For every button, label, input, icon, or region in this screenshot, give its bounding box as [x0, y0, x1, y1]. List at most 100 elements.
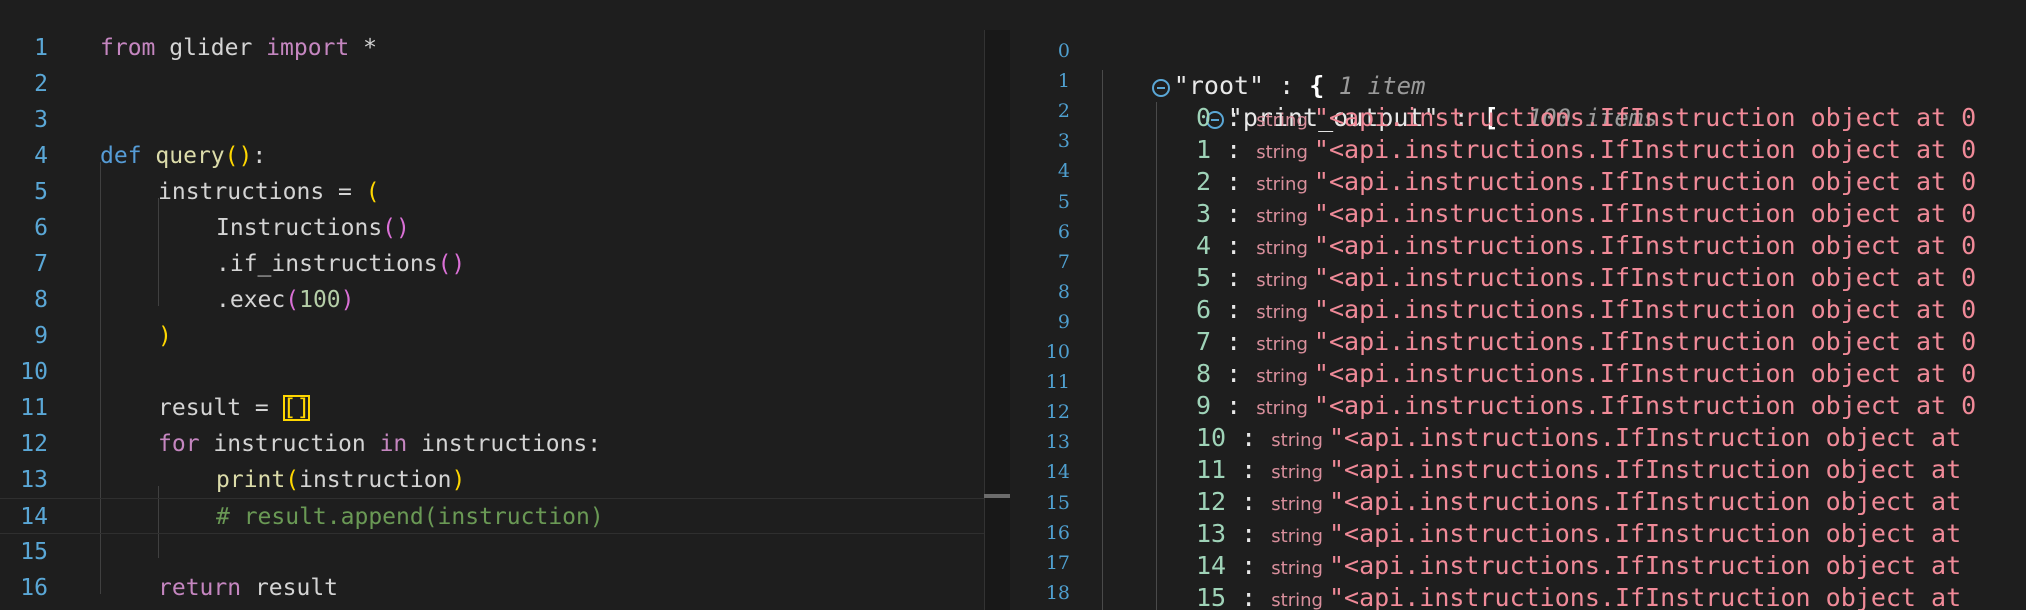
json-line-number: 17: [1045, 551, 1070, 574]
json-index: 10: [1196, 423, 1227, 452]
code-token: (: [285, 467, 300, 493]
code-token: (: [285, 287, 300, 313]
pane-splitter[interactable]: [984, 30, 1010, 610]
code-token: # result.append(instruction): [216, 504, 604, 530]
json-colon: :: [1211, 391, 1257, 420]
code-token: result =: [158, 395, 283, 421]
json-line-number: 7: [1057, 250, 1070, 273]
json-viewer[interactable]: "root" : { 1 item "print_output" : [ 100…: [1010, 0, 2026, 610]
line-number: 7: [34, 251, 48, 277]
code-line[interactable]: 8 .exec(100): [0, 282, 984, 318]
json-line-number: 8: [1057, 280, 1070, 303]
json-colon: :: [1211, 263, 1257, 292]
code-token: from: [100, 35, 156, 61]
json-array-item[interactable]: 9 : string "<api.instructions.IfInstruct…: [1196, 390, 1976, 422]
code-token: instruction: [199, 431, 380, 457]
json-index: 5: [1196, 263, 1212, 292]
json-line-number: 4: [1057, 160, 1070, 183]
json-array-item[interactable]: 6 : string "<api.instructions.IfInstruct…: [1196, 294, 1976, 326]
json-array-item[interactable]: 1 : string "<api.instructions.IfInstruct…: [1196, 134, 1976, 166]
line-number: 2: [34, 71, 48, 97]
json-colon: :: [1226, 583, 1272, 610]
json-line-number: 2: [1057, 100, 1070, 123]
json-root-row[interactable]: "root" : { 1 item: [1094, 38, 1425, 100]
code-line[interactable]: 14 # result.append(instruction): [0, 498, 984, 534]
json-string-value: "<api.instructions.IfInstruction object …: [1313, 295, 1977, 324]
line-code: Instructions(): [216, 210, 410, 246]
json-line-number: 13: [1045, 431, 1070, 454]
json-line-number: 11: [1045, 371, 1070, 394]
json-print-output-row[interactable]: "print_output" : [ 100 items: [1148, 70, 1658, 132]
json-array-item[interactable]: 14 : string "<api.instructions.IfInstruc…: [1196, 550, 1961, 582]
json-array-item[interactable]: 8 : string "<api.instructions.IfInstruct…: [1196, 358, 1976, 390]
app-root: 1 from glider import * 2 3 4 def query(): 5 ins…: [0, 0, 2026, 610]
line-code: # result.append(instruction): [216, 499, 604, 535]
json-type-label: string: [1256, 270, 1308, 291]
code-line[interactable]: 13 print(instruction): [0, 462, 984, 498]
code-token: :: [252, 143, 267, 169]
code-line[interactable]: 3: [0, 102, 984, 138]
json-array-item[interactable]: 12 : string "<api.instructions.IfInstruc…: [1196, 486, 1961, 518]
code-line[interactable]: 7 .if_instructions(): [0, 246, 984, 282]
json-array-item[interactable]: 4 : string "<api.instructions.IfInstruct…: [1196, 230, 1976, 262]
tree-guide: [1102, 70, 1103, 610]
json-index: 1: [1196, 135, 1212, 164]
code-line[interactable]: 15: [0, 534, 984, 570]
line-number: 11: [20, 395, 48, 421]
code-token: []: [282, 395, 311, 421]
json-colon: :: [1211, 167, 1257, 196]
json-colon: :: [1226, 423, 1272, 452]
json-index: 13: [1196, 519, 1227, 548]
json-array-item[interactable]: 7 : string "<api.instructions.IfInstruct…: [1196, 326, 1976, 358]
line-number: 12: [20, 431, 48, 457]
code-line[interactable]: 6 Instructions(): [0, 210, 984, 246]
code-token: (): [437, 251, 466, 277]
code-line[interactable]: 4 def query():: [0, 138, 984, 174]
line-code: print(instruction): [216, 462, 465, 498]
json-array-item[interactable]: 13 : string "<api.instructions.IfInstruc…: [1196, 518, 1961, 550]
pane-splitter-line: [984, 30, 985, 610]
json-index: 2: [1196, 167, 1212, 196]
code-line[interactable]: 10: [0, 354, 984, 390]
json-array-item[interactable]: 15 : string "<api.instructions.IfInstruc…: [1196, 582, 1961, 610]
tree-guide: [1156, 102, 1157, 610]
json-string-value: "<api.instructions.IfInstruction object …: [1313, 103, 1977, 132]
code-editor[interactable]: 1 from glider import * 2 3 4 def query(): 5 ins…: [0, 0, 984, 610]
json-colon: :: [1211, 359, 1257, 388]
code-line[interactable]: 16 return result: [0, 570, 984, 606]
code-token: .exec: [216, 287, 286, 313]
code-line[interactable]: 1 from glider import *: [0, 30, 984, 66]
json-array-item[interactable]: 5 : string "<api.instructions.IfInstruct…: [1196, 262, 1976, 294]
code-line[interactable]: 2: [0, 66, 984, 102]
code-token: ): [451, 467, 466, 493]
json-type-label: string: [1271, 526, 1323, 547]
json-string-value: "<api.instructions.IfInstruction object …: [1313, 263, 1977, 292]
json-array-item[interactable]: 3 : string "<api.instructions.IfInstruct…: [1196, 198, 1976, 230]
json-type-label: string: [1256, 206, 1308, 227]
code-line[interactable]: 12 for instruction in instructions:: [0, 426, 984, 462]
code-token: ): [340, 287, 355, 313]
line-code: .exec(100): [216, 282, 355, 318]
code-token: instructions:: [407, 431, 602, 457]
json-index: 4: [1196, 231, 1212, 260]
json-index: 11: [1196, 455, 1227, 484]
json-string-value: "<api.instructions.IfInstruction object …: [1313, 231, 1977, 260]
json-array-item[interactable]: 11 : string "<api.instructions.IfInstruc…: [1196, 454, 1961, 486]
json-array-item[interactable]: 10 : string "<api.instructions.IfInstruc…: [1196, 422, 1961, 454]
json-array-item[interactable]: 0 : string "<api.instructions.IfInstruct…: [1196, 102, 1976, 134]
json-array-item[interactable]: 2 : string "<api.instructions.IfInstruct…: [1196, 166, 1976, 198]
json-type-label: string: [1256, 174, 1308, 195]
line-code: ): [158, 318, 172, 354]
code-token: ): [158, 323, 172, 349]
code-line[interactable]: 5 instructions = (: [0, 174, 984, 210]
json-type-label: string: [1271, 558, 1323, 579]
line-code: return result: [158, 570, 338, 606]
splitter-handle[interactable]: [984, 494, 1010, 498]
code-line[interactable]: 9): [0, 318, 984, 354]
line-code: .if_instructions(): [216, 246, 465, 282]
code-token: import: [266, 35, 350, 61]
line-number: 14: [20, 504, 48, 530]
line-number: 13: [20, 467, 48, 493]
code-line[interactable]: 11 result = []: [0, 390, 984, 426]
code-token: glider: [155, 35, 267, 61]
